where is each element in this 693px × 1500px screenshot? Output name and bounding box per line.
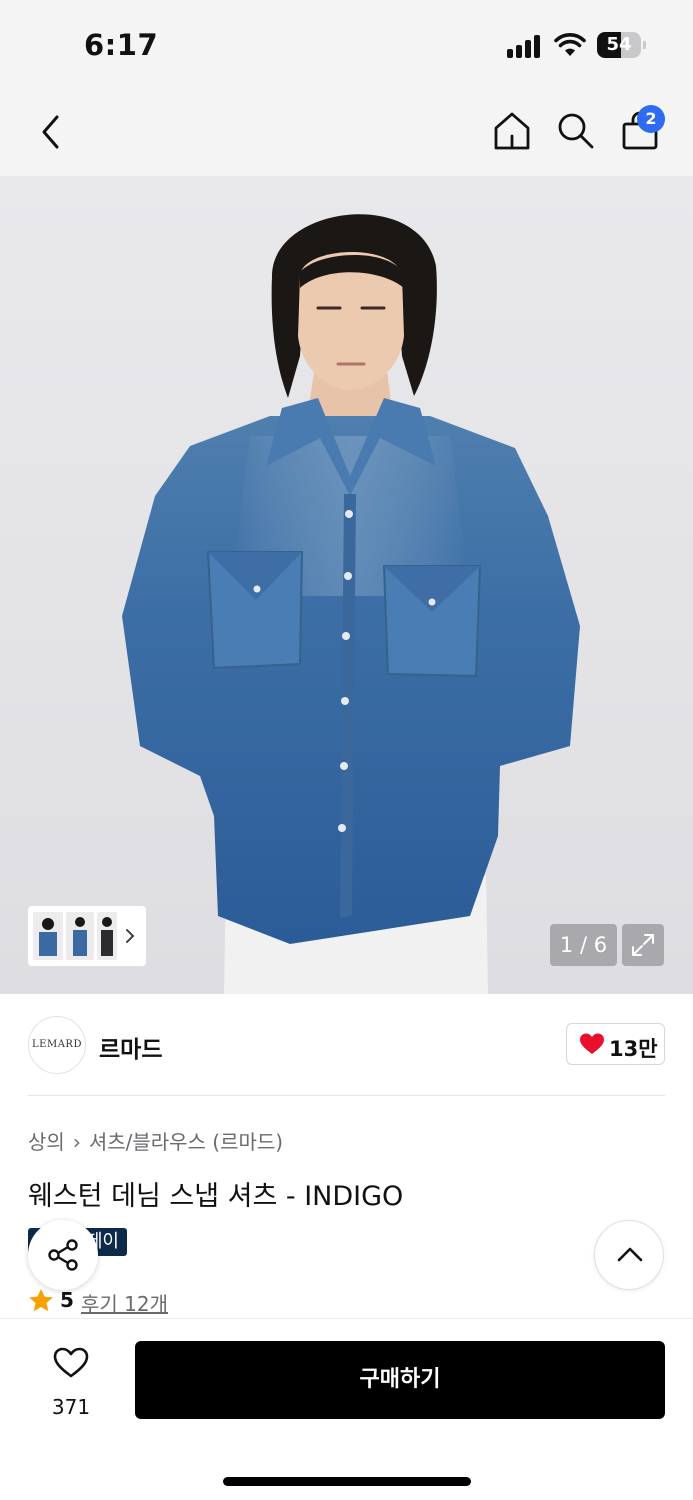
breadcrumb-category[interactable]: 상의: [28, 1126, 65, 1155]
breadcrumb-subcategory[interactable]: 셔츠/블라우스 (르마드): [89, 1126, 283, 1155]
product-image-gallery[interactable]: 1 / 6: [0, 176, 693, 994]
review-count-link[interactable]: 후기 12개: [81, 1288, 168, 1317]
product-title: 웨스턴 데님 스냅 셔츠 - INDIGO: [28, 1181, 404, 1212]
signal-icon: [507, 34, 543, 58]
wishlist-count: 371: [51, 1395, 91, 1419]
scroll-top-button[interactable]: [594, 1220, 664, 1290]
cart-count-badge: 2: [637, 105, 665, 133]
home-icon[interactable]: [492, 110, 532, 152]
breadcrumb: 상의 › 셔츠/블라우스 (르마드): [28, 1126, 283, 1155]
chevron-right-icon: ›: [72, 1130, 81, 1154]
divider: [28, 1095, 665, 1096]
product-photo[interactable]: [0, 176, 693, 994]
thumbnail-3[interactable]: [97, 912, 117, 960]
chevron-right-icon[interactable]: [124, 928, 136, 944]
status-bar: 6:17 54: [0, 0, 693, 90]
chevron-left-icon[interactable]: [36, 112, 66, 152]
thumbnail-1[interactable]: [33, 912, 63, 960]
heart-outline-icon: [53, 1347, 89, 1378]
star-icon: [29, 1289, 53, 1312]
buy-button[interactable]: 구매하기: [135, 1341, 665, 1419]
home-indicator: [223, 1477, 471, 1486]
top-nav-bar: [0, 90, 693, 176]
bottom-action-bar: 371 구매하기: [0, 1318, 693, 1500]
wifi-icon: [554, 33, 586, 56]
thumbnail-2[interactable]: [66, 912, 94, 960]
battery-percent: 54: [606, 34, 632, 55]
status-time: 6:17: [84, 28, 159, 62]
wishlist-button[interactable]: 371: [28, 1345, 114, 1425]
expand-button[interactable]: [622, 924, 664, 966]
expand-icon: [632, 934, 654, 956]
rating-score: 5: [60, 1288, 74, 1312]
brand-name[interactable]: 르마드: [99, 1030, 162, 1064]
brand-like-count: 13만: [609, 1037, 658, 1061]
brand-row: LEMARD 르마드 13만: [0, 996, 693, 1096]
heart-filled-icon: [580, 1033, 604, 1054]
brand-like-button[interactable]: 13만: [566, 1023, 665, 1065]
search-icon[interactable]: [556, 110, 596, 152]
chevron-up-icon: [617, 1247, 643, 1262]
share-button[interactable]: [28, 1220, 98, 1290]
share-icon: [48, 1239, 78, 1271]
brand-logo[interactable]: LEMARD: [28, 1016, 86, 1074]
battery-icon: 54: [597, 32, 647, 58]
image-counter: 1 / 6: [550, 924, 617, 966]
thumbnail-strip[interactable]: [28, 906, 146, 966]
